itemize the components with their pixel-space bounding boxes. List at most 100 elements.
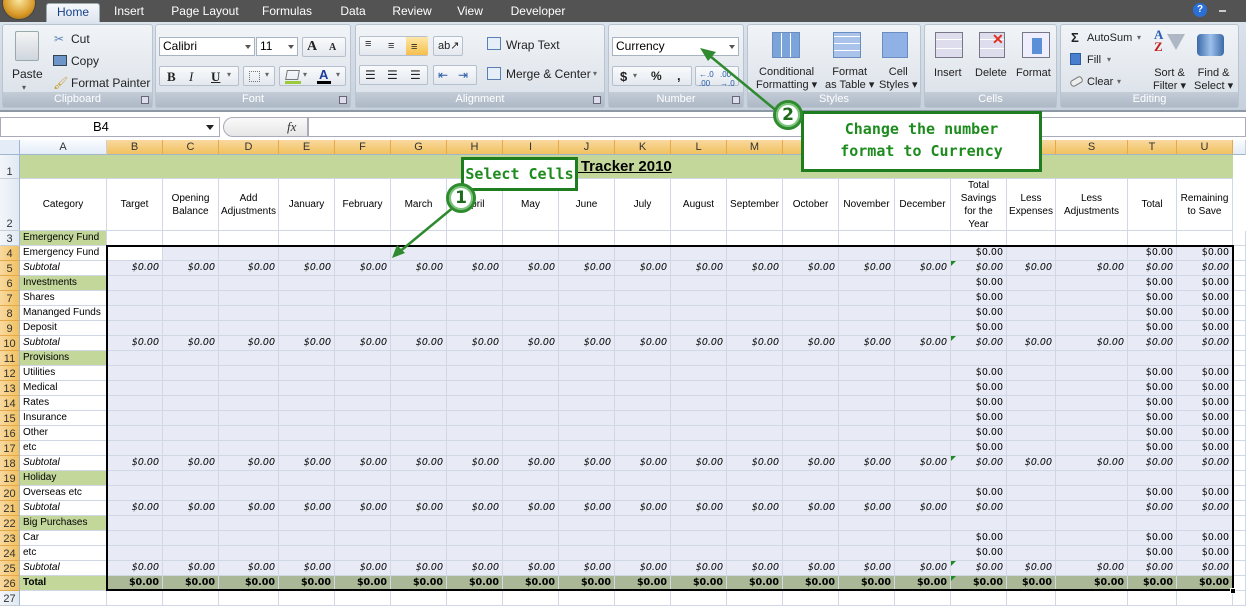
data-cell[interactable] <box>1056 276 1128 291</box>
data-cell[interactable] <box>163 381 219 396</box>
data-cell[interactable] <box>727 231 783 246</box>
data-cell[interactable] <box>447 291 503 306</box>
data-cell[interactable] <box>391 231 447 246</box>
data-cell[interactable] <box>1056 246 1128 261</box>
format-painter-button[interactable]: Format Painter <box>71 76 150 90</box>
data-cell[interactable] <box>895 471 951 486</box>
data-cell[interactable] <box>839 441 895 456</box>
data-cell[interactable] <box>107 426 163 441</box>
category-cell[interactable]: Holiday <box>20 471 107 486</box>
data-cell[interactable] <box>503 591 559 606</box>
data-cell[interactable]: $0.00 <box>447 501 503 516</box>
align-center-icon[interactable]: ☰ <box>387 68 398 82</box>
data-cell[interactable] <box>447 411 503 426</box>
column-header-l[interactable]: L <box>671 140 727 155</box>
data-cell[interactable] <box>1056 291 1128 306</box>
data-cell[interactable] <box>839 276 895 291</box>
data-cell[interactable] <box>951 471 1007 486</box>
data-cell[interactable]: $0.00 <box>1177 576 1233 591</box>
category-cell[interactable]: Deposit <box>20 321 107 336</box>
data-cell[interactable]: $0.00 <box>219 501 279 516</box>
data-cell[interactable]: $0.00 <box>1056 561 1128 576</box>
data-cell[interactable] <box>839 231 895 246</box>
data-cell[interactable] <box>1233 231 1246 246</box>
category-cell[interactable]: Insurance <box>20 411 107 426</box>
data-cell[interactable] <box>559 321 615 336</box>
data-cell[interactable] <box>447 396 503 411</box>
data-cell[interactable] <box>163 441 219 456</box>
autosum-button[interactable]: AutoSum <box>1087 32 1132 44</box>
row-header-6[interactable]: 6 <box>0 276 20 291</box>
data-cell[interactable] <box>783 396 839 411</box>
data-cell[interactable] <box>895 351 951 366</box>
data-cell[interactable] <box>1056 321 1128 336</box>
data-cell[interactable] <box>783 591 839 606</box>
data-cell[interactable] <box>951 231 1007 246</box>
data-cell[interactable] <box>783 546 839 561</box>
data-cell[interactable]: $0.00 <box>1128 381 1177 396</box>
data-cell[interactable] <box>783 246 839 261</box>
data-cell[interactable]: $0.00 <box>951 336 1007 351</box>
data-cell[interactable] <box>219 306 279 321</box>
row-header-7[interactable]: 7 <box>0 291 20 306</box>
column-header-b[interactable]: B <box>107 140 163 155</box>
data-cell[interactable]: $0.00 <box>783 456 839 471</box>
data-cell[interactable] <box>727 396 783 411</box>
data-cell[interactable]: $0.00 <box>839 456 895 471</box>
data-cell[interactable] <box>1056 426 1128 441</box>
data-cell[interactable]: $0.00 <box>951 531 1007 546</box>
data-cell[interactable] <box>1177 231 1233 246</box>
data-cell[interactable] <box>503 351 559 366</box>
data-cell[interactable] <box>219 291 279 306</box>
data-cell[interactable] <box>1233 246 1246 261</box>
data-cell[interactable] <box>391 516 447 531</box>
decrease-decimal-icon[interactable]: .00 →.0 <box>720 70 735 88</box>
data-cell[interactable] <box>1007 531 1056 546</box>
data-cell[interactable] <box>559 516 615 531</box>
data-cell[interactable]: $0.00 <box>559 261 615 276</box>
find-select-button[interactable]: Find & Select ▾ <box>1194 67 1233 93</box>
data-cell[interactable] <box>219 531 279 546</box>
data-cell[interactable] <box>279 411 335 426</box>
data-cell[interactable] <box>1128 591 1177 606</box>
row-header-18[interactable]: 18 <box>0 456 20 471</box>
data-cell[interactable]: $0.00 <box>839 561 895 576</box>
data-cell[interactable] <box>335 486 391 501</box>
data-cell[interactable] <box>219 486 279 501</box>
data-cell[interactable] <box>895 381 951 396</box>
data-cell[interactable]: $0.00 <box>951 246 1007 261</box>
data-cell[interactable]: $0.00 <box>1128 321 1177 336</box>
data-cell[interactable] <box>1233 561 1246 576</box>
data-cell[interactable] <box>1007 351 1056 366</box>
data-cell[interactable]: $0.00 <box>895 456 951 471</box>
data-cell[interactable]: $0.00 <box>1056 336 1128 351</box>
row-header-13[interactable]: 13 <box>0 381 20 396</box>
row-header-19[interactable]: 19 <box>0 471 20 486</box>
row-header-24[interactable]: 24 <box>0 546 20 561</box>
data-cell[interactable] <box>335 411 391 426</box>
borders-button[interactable]: ▾ <box>243 66 275 86</box>
data-cell[interactable] <box>279 516 335 531</box>
data-cell[interactable]: $0.00 <box>391 501 447 516</box>
data-cell[interactable] <box>727 531 783 546</box>
data-cell[interactable] <box>783 426 839 441</box>
category-cell[interactable]: Subtotal <box>20 336 107 351</box>
data-cell[interactable] <box>107 351 163 366</box>
clear-button[interactable]: Clear <box>1087 76 1113 88</box>
data-cell[interactable]: $0.00 <box>335 501 391 516</box>
data-cell[interactable]: $0.00 <box>671 261 727 276</box>
data-cell[interactable]: $0.00 <box>503 561 559 576</box>
data-cell[interactable] <box>671 246 727 261</box>
data-cell[interactable]: $0.00 <box>107 336 163 351</box>
data-cell[interactable] <box>559 426 615 441</box>
data-cell[interactable] <box>391 246 447 261</box>
align-left-icon[interactable]: ☰ <box>365 68 376 82</box>
data-cell[interactable] <box>559 366 615 381</box>
category-cell[interactable]: Rates <box>20 396 107 411</box>
data-cell[interactable] <box>839 411 895 426</box>
data-cell[interactable] <box>895 321 951 336</box>
data-cell[interactable] <box>107 231 163 246</box>
data-cell[interactable] <box>839 486 895 501</box>
data-cell[interactable] <box>219 411 279 426</box>
data-cell[interactable]: $0.00 <box>219 261 279 276</box>
